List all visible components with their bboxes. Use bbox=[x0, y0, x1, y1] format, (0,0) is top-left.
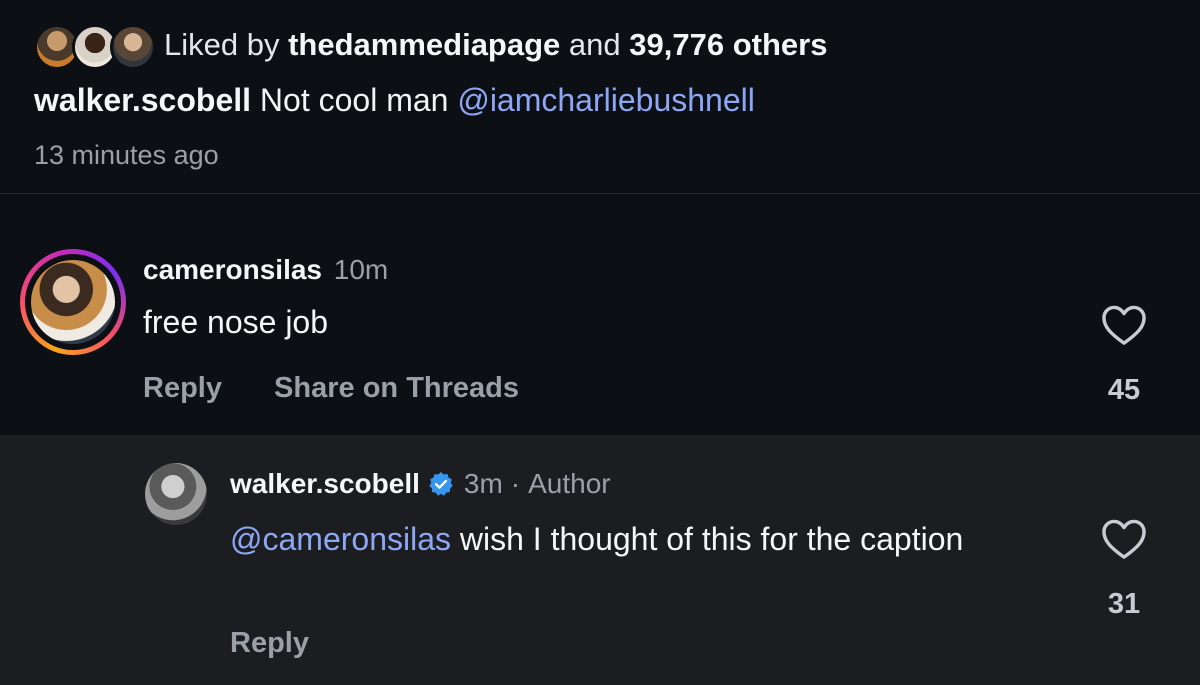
reply-username-link[interactable]: walker.scobell bbox=[230, 468, 420, 500]
comment-header: cameronsilas 10m bbox=[143, 254, 388, 286]
share-on-threads-button[interactable]: Share on Threads bbox=[274, 372, 519, 404]
author-label: Author bbox=[528, 468, 611, 499]
caption-text: Not cool man bbox=[259, 82, 449, 118]
like-count: 31 bbox=[1107, 588, 1141, 620]
reply-button[interactable]: Reply bbox=[143, 372, 222, 404]
liked-by-mid: and bbox=[568, 27, 621, 62]
post-timestamp: 13 minutes ago bbox=[34, 140, 219, 170]
post-meta: Liked by thedammediapage and 39,776 othe… bbox=[0, 0, 1200, 194]
reply-button[interactable]: Reply bbox=[230, 627, 309, 660]
avatar bbox=[110, 24, 156, 70]
comment-text: free nose job bbox=[143, 304, 329, 340]
reply-body: wish I thought of this for the caption bbox=[451, 521, 964, 557]
separator-dot: · bbox=[510, 468, 521, 499]
reply-time: 3m bbox=[463, 468, 503, 499]
reply-item: walker.scobell 3m · Author @cameronsilas… bbox=[0, 435, 1200, 685]
comment-time: 10m bbox=[333, 254, 389, 285]
caption-mention-link[interactable]: @iamcharliebushnell bbox=[457, 82, 755, 118]
likes-row[interactable]: Liked by thedammediapage and 39,776 othe… bbox=[34, 22, 827, 70]
liked-by-count-link[interactable]: 39,776 others bbox=[629, 27, 827, 62]
reply-mention-link[interactable]: @cameronsilas bbox=[230, 521, 451, 557]
post-caption: walker.scobell Not cool man @iamcharlieb… bbox=[34, 82, 755, 119]
comment-item: cameronsilas 10m free nose job Reply Sha… bbox=[0, 194, 1200, 435]
comment-username-link[interactable]: cameronsilas bbox=[143, 254, 322, 285]
story-ring-avatar[interactable] bbox=[20, 249, 126, 355]
avatar-border bbox=[25, 254, 121, 350]
verified-badge-icon bbox=[429, 472, 453, 496]
likes-summary[interactable]: Liked by thedammediapage and 39,776 othe… bbox=[164, 27, 827, 63]
like-count: 45 bbox=[1107, 374, 1141, 406]
avatar[interactable] bbox=[145, 463, 207, 525]
heart-icon[interactable] bbox=[1101, 518, 1147, 560]
heart-icon[interactable] bbox=[1101, 304, 1147, 346]
liker-avatars[interactable] bbox=[34, 22, 156, 70]
liked-by-prefix: Liked by bbox=[164, 27, 280, 62]
avatar bbox=[31, 260, 115, 344]
reply-text: @cameronsilas wish I thought of this for… bbox=[230, 517, 1050, 561]
caption-username-link[interactable]: walker.scobell bbox=[34, 82, 251, 118]
liked-by-user-link[interactable]: thedammediapage bbox=[288, 27, 560, 62]
reply-header: walker.scobell 3m · Author bbox=[230, 468, 611, 500]
comment-actions: Reply Share on Threads bbox=[143, 372, 519, 405]
